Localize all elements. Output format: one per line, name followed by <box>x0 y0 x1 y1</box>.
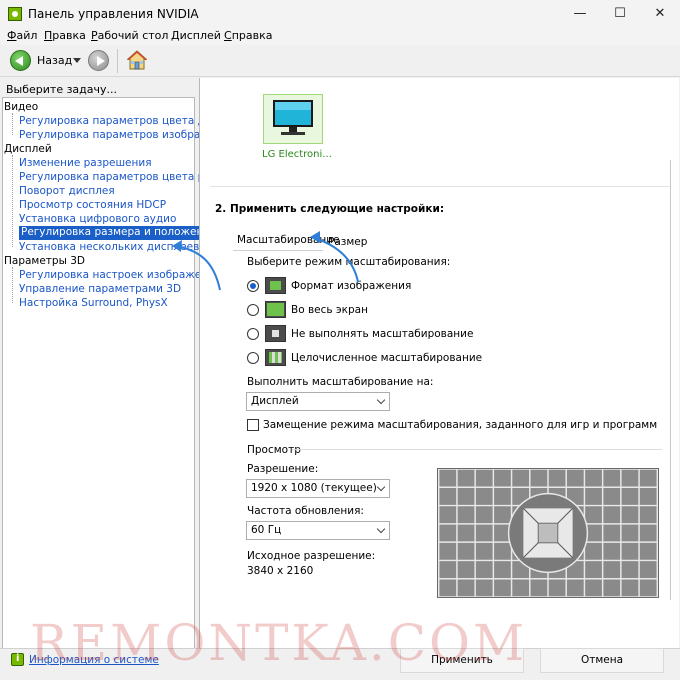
section-title: 2. Применить следующие настройки: <box>215 203 445 215</box>
mode-label-integer-scaling[interactable]: Целочисленное масштабирование <box>291 352 482 364</box>
tree-item-desktop-size-position[interactable]: Регулировка размера и положения рабочего… <box>19 226 305 240</box>
refresh-rate-select[interactable]: 60 Гц <box>246 521 390 540</box>
tree-guide <box>12 113 13 135</box>
menu-edit[interactable]: Правка <box>44 29 86 42</box>
tree-item-multiple-displays[interactable]: Установка нескольких дисплеев <box>19 241 199 253</box>
toolbar: Назад <box>0 45 680 77</box>
toolbar-separator <box>117 49 118 73</box>
mode-label-no-scaling[interactable]: Не выполнять масштабирование <box>291 328 473 340</box>
radio-aspect-ratio[interactable] <box>247 280 259 292</box>
aspect-ratio-mode-icon <box>265 277 286 294</box>
full-screen-mode-icon <box>265 301 286 318</box>
native-resolution-label: Исходное разрешение: <box>247 550 376 562</box>
no-scaling-mode-icon <box>265 325 286 342</box>
mode-label-full-screen[interactable]: Во весь экран <box>291 304 368 316</box>
section-divider <box>210 186 670 187</box>
system-info-icon[interactable] <box>11 653 24 666</box>
back-arrow-icon[interactable] <box>10 50 31 71</box>
back-button-label[interactable]: Назад <box>37 54 72 67</box>
chevron-down-icon <box>376 524 386 534</box>
display-selector-tile[interactable] <box>263 94 323 144</box>
cancel-button[interactable]: Отмена <box>540 648 664 673</box>
native-resolution-value: 3840 x 2160 <box>247 565 314 577</box>
mode-label-aspect-ratio[interactable]: Формат изображения <box>291 280 411 292</box>
chevron-down-icon <box>376 395 386 405</box>
menu-bar: Файл Правка Рабочий стол Дисплей Справка <box>0 28 680 45</box>
resolution-value: 1920 x 1080 (текущее) <box>251 482 377 494</box>
tree-item-change-resolution[interactable]: Изменение разрешения <box>19 157 152 169</box>
minimize-icon[interactable]: — <box>560 0 600 28</box>
perform-scaling-on-value: Дисплей <box>251 395 299 407</box>
resolution-label: Разрешение: <box>247 463 319 475</box>
back-history-dropdown-icon[interactable] <box>73 58 81 63</box>
refresh-rate-value: 60 Гц <box>251 524 282 536</box>
menu-display[interactable]: Дисплей <box>171 29 221 42</box>
radio-full-screen[interactable] <box>247 304 259 316</box>
perform-scaling-on-label: Выполнить масштабирование на: <box>247 376 434 388</box>
menu-help[interactable]: Справка <box>224 29 272 42</box>
refresh-rate-label: Частота обновления: <box>247 505 364 517</box>
resolution-select[interactable]: 1920 x 1080 (текущее) <box>246 479 390 498</box>
tree-category-display[interactable]: Дисплей <box>4 143 52 155</box>
display-name-label: LG Electroni... <box>262 149 332 160</box>
chevron-down-icon <box>376 482 386 492</box>
tree-item-3d-manage[interactable]: Управление параметрами 3D <box>19 283 181 295</box>
task-selector-label: Выберите задачу... <box>6 83 118 96</box>
tree-item-digital-audio[interactable]: Установка цифрового аудио <box>19 213 176 225</box>
tree-item-surround-physx[interactable]: Настройка Surround, PhysX <box>19 297 168 309</box>
tree-item-rotate-display[interactable]: Поворот дисплея <box>19 185 115 197</box>
window-title: Панель управления NVIDIA <box>28 7 199 21</box>
watermark-text: REMONTKA.COM <box>30 614 528 672</box>
tree-category-3d[interactable]: Параметры 3D <box>4 255 85 267</box>
override-scaling-label[interactable]: Замещение режима масштабирования, заданн… <box>263 419 657 431</box>
monitor-icon <box>273 100 313 135</box>
radio-integer-scaling[interactable] <box>247 352 259 364</box>
nvidia-app-icon <box>8 7 22 21</box>
tree-category-video[interactable]: Видео <box>4 101 38 113</box>
maximize-icon[interactable]: ☐ <box>600 0 640 28</box>
close-icon[interactable]: ✕ <box>640 0 680 28</box>
tab-underline <box>233 250 323 251</box>
override-scaling-checkbox[interactable] <box>247 419 259 431</box>
tab-scaling[interactable]: Масштабирование <box>237 234 340 246</box>
scaling-preview-pattern <box>437 468 659 598</box>
tree-guide <box>12 267 13 303</box>
forward-arrow-icon[interactable] <box>88 50 109 71</box>
preview-group-label: Просмотр <box>247 444 301 456</box>
tree-guide <box>12 155 13 247</box>
perform-scaling-on-select[interactable]: Дисплей <box>246 392 390 411</box>
integer-scaling-mode-icon <box>265 349 286 366</box>
radio-no-scaling[interactable] <box>247 328 259 340</box>
scaling-mode-label: Выберите режим масштабирования: <box>247 256 451 268</box>
home-icon[interactable] <box>126 49 148 71</box>
tree-item-hdcp-status[interactable]: Просмотр состояния HDCP <box>19 199 166 211</box>
content-scroll-edge <box>670 160 671 600</box>
tab-size[interactable]: Размер <box>328 236 367 248</box>
menu-desktop[interactable]: Рабочий стол <box>91 29 168 42</box>
title-bar: Панель управления NVIDIA — ☐ ✕ <box>0 0 680 28</box>
menu-file[interactable]: Файл <box>7 29 37 42</box>
preview-group-line <box>292 449 662 450</box>
